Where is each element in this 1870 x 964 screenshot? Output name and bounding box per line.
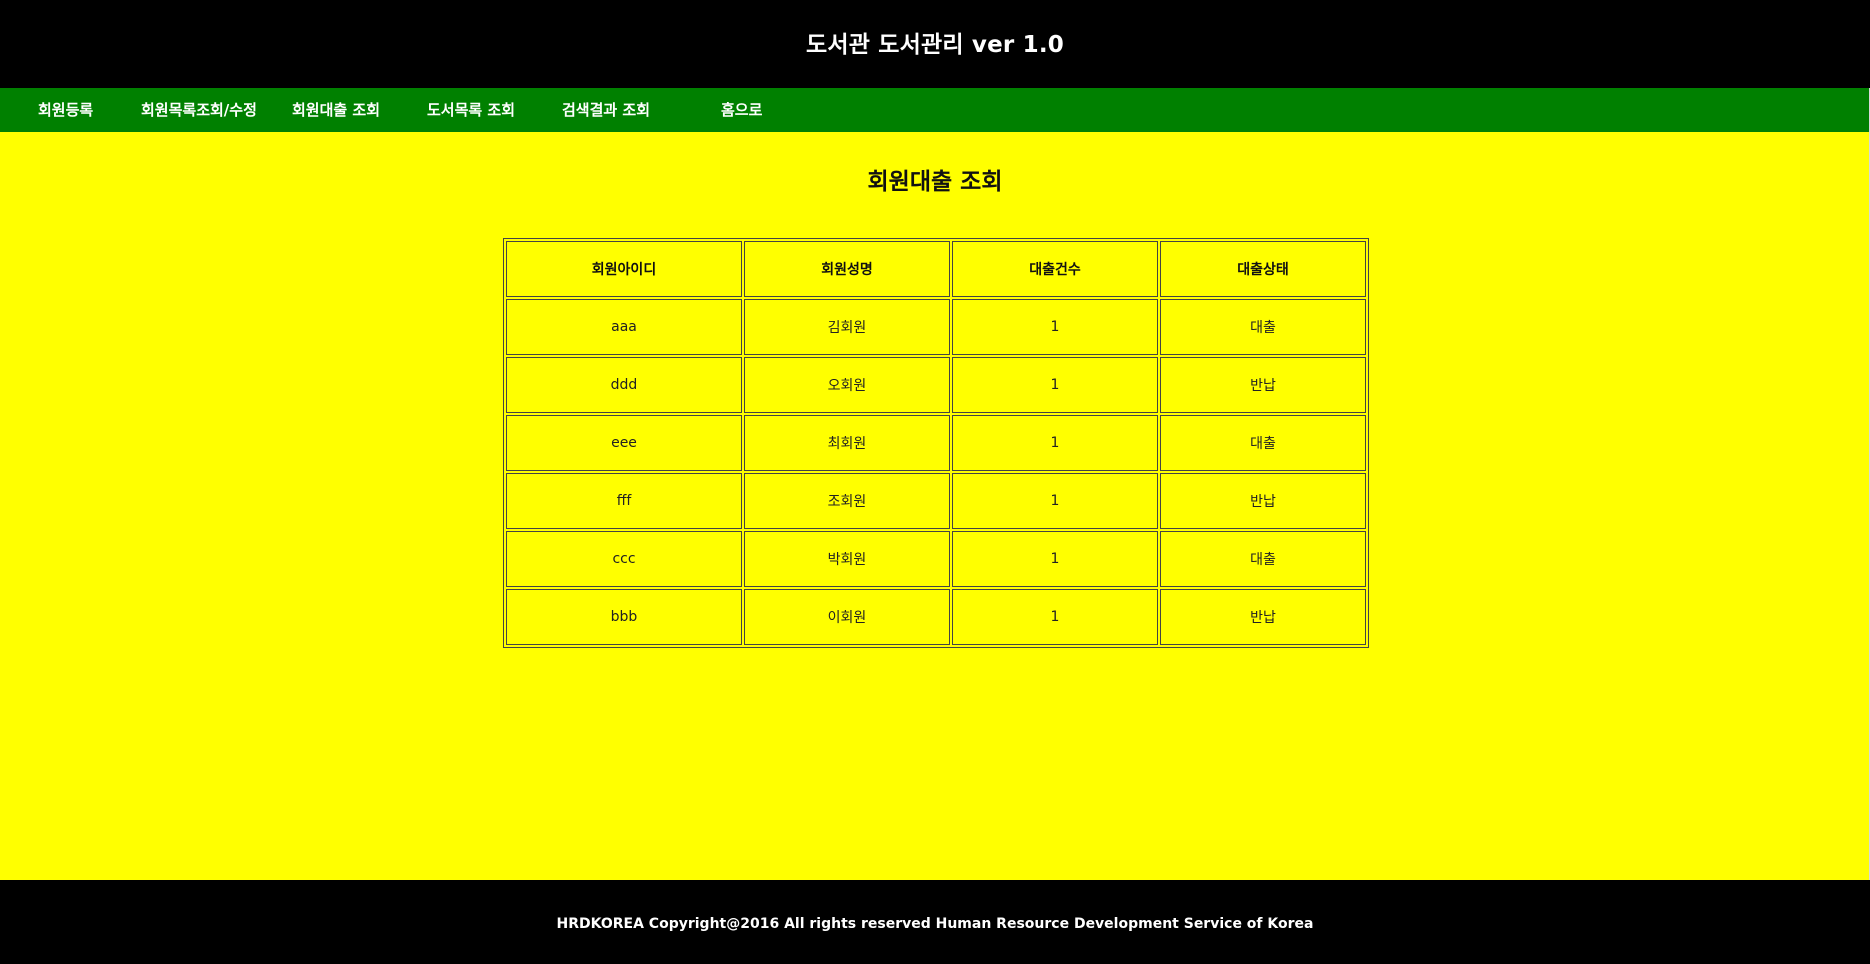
cell-member-name: 조회원 — [744, 473, 950, 529]
cell-member-id: fff — [506, 473, 742, 529]
cell-loan-count: 1 — [952, 473, 1158, 529]
table-row: ccc 박회원 1 대출 — [506, 531, 1366, 587]
cell-loan-status: 반납 — [1160, 357, 1366, 413]
main-content: 회원대출 조회 회원아이디 회원성명 대출건수 대출상태 aaa 김회원 1 대… — [0, 132, 1870, 880]
site-title: 도서관 도서관리 ver 1.0 — [805, 32, 1065, 58]
cell-member-name: 최회원 — [744, 415, 950, 471]
site-footer: HRDKOREA Copyright@2016 All rights reser… — [0, 880, 1870, 964]
nav-item-member-loan[interactable]: 회원대출 조회 — [292, 88, 380, 132]
table-row: aaa 김회원 1 대출 — [506, 299, 1366, 355]
cell-member-id: eee — [506, 415, 742, 471]
nav-item-book-list[interactable]: 도서목록 조회 — [427, 88, 515, 132]
nav-item-home[interactable]: 홈으로 — [721, 88, 762, 132]
cell-loan-count: 1 — [952, 357, 1158, 413]
column-header-member-id: 회원아이디 — [506, 241, 742, 297]
cell-member-name: 오회원 — [744, 357, 950, 413]
table-row: eee 최회원 1 대출 — [506, 415, 1366, 471]
cell-member-name: 이회원 — [744, 589, 950, 645]
table-row: ddd 오회원 1 반납 — [506, 357, 1366, 413]
column-header-loan-status: 대출상태 — [1160, 241, 1366, 297]
column-header-member-name: 회원성명 — [744, 241, 950, 297]
nav-item-member-register[interactable]: 회원등록 — [38, 88, 93, 132]
cell-member-name: 김회원 — [744, 299, 950, 355]
cell-member-id: ddd — [506, 357, 742, 413]
nav-item-search-results[interactable]: 검색결과 조회 — [562, 88, 650, 132]
page-title: 회원대출 조회 — [867, 169, 1003, 195]
cell-loan-status: 대출 — [1160, 531, 1366, 587]
table-row: fff 조회원 1 반납 — [506, 473, 1366, 529]
copyright-text: HRDKOREA Copyright@2016 All rights reser… — [556, 916, 1314, 932]
table-header-row: 회원아이디 회원성명 대출건수 대출상태 — [506, 241, 1366, 297]
nav-item-member-list[interactable]: 회원목록조회/수정 — [141, 88, 257, 132]
cell-loan-count: 1 — [952, 531, 1158, 587]
cell-loan-count: 1 — [952, 415, 1158, 471]
member-loan-table: 회원아이디 회원성명 대출건수 대출상태 aaa 김회원 1 대출 ddd 오회… — [503, 238, 1369, 648]
cell-member-id: bbb — [506, 589, 742, 645]
cell-loan-status: 대출 — [1160, 415, 1366, 471]
cell-loan-count: 1 — [952, 589, 1158, 645]
cell-loan-status: 반납 — [1160, 473, 1366, 529]
main-nav: 회원등록 회원목록조회/수정 회원대출 조회 도서목록 조회 검색결과 조회 홈… — [0, 88, 1870, 132]
column-header-loan-count: 대출건수 — [952, 241, 1158, 297]
cell-member-name: 박회원 — [744, 531, 950, 587]
cell-loan-status: 대출 — [1160, 299, 1366, 355]
cell-member-id: ccc — [506, 531, 742, 587]
cell-member-id: aaa — [506, 299, 742, 355]
site-header: 도서관 도서관리 ver 1.0 — [0, 0, 1870, 88]
cell-loan-count: 1 — [952, 299, 1158, 355]
cell-loan-status: 반납 — [1160, 589, 1366, 645]
table-row: bbb 이회원 1 반납 — [506, 589, 1366, 645]
